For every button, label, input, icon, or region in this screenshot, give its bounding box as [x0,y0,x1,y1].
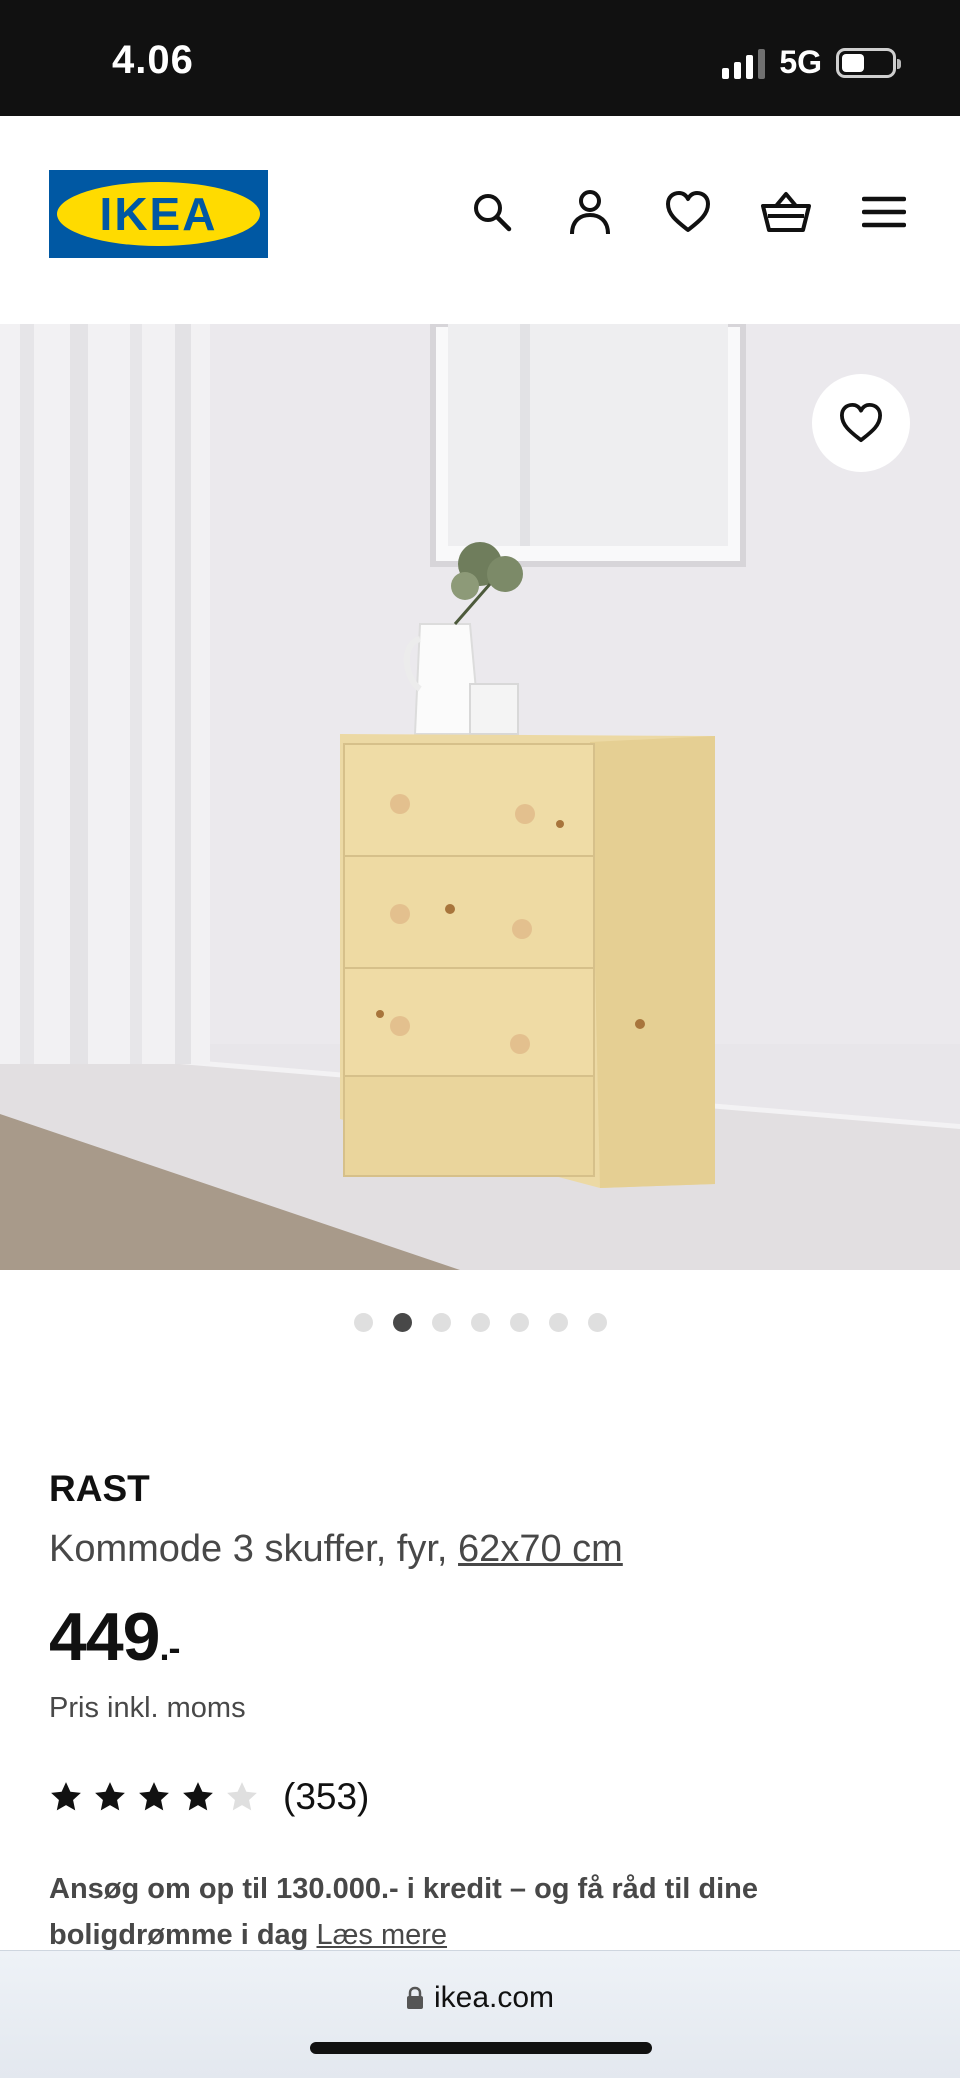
home-indicator[interactable] [310,2042,652,2054]
gallery-dot[interactable] [431,1313,451,1332]
heart-outline-icon [840,402,882,443]
star-filled-icon [95,1782,125,1811]
price-main: 449 [49,1599,160,1675]
product-price: 449.- [49,1598,180,1676]
product-description: Kommode 3 skuffer, fyr, 62x70 cm [49,1528,623,1571]
rating-stars [49,1780,269,1814]
basket-icon[interactable] [760,186,812,238]
search-icon[interactable] [466,186,518,238]
product-rating[interactable]: (353) [49,1776,369,1818]
ikea-logo[interactable]: IKEA [49,170,268,258]
product-size-link[interactable]: 62x70 cm [458,1528,623,1570]
address-bar[interactable]: ikea.com [0,1981,960,2015]
status-indicators: 5G [722,44,901,81]
menu-icon[interactable] [858,186,910,238]
battery-icon [836,47,901,78]
star-filled-icon [51,1782,81,1811]
price-suffix: .- [159,1627,180,1668]
gallery-dot[interactable] [470,1313,490,1332]
browser-bar: ikea.com [0,1950,960,2078]
vat-note: Pris inkl. moms [49,1692,246,1724]
signal-icon [722,47,766,79]
lock-icon [406,1986,423,2009]
header-nav [466,186,910,238]
network-type: 5G [779,44,822,80]
account-icon[interactable] [564,186,616,238]
gallery-dot[interactable] [587,1313,607,1332]
gallery-dot[interactable] [548,1313,568,1332]
review-count: (353) [283,1776,370,1817]
read-more-link[interactable]: Læs mere [316,1919,447,1951]
product-image[interactable] [0,324,960,1270]
credit-banner: Ansøg om op til 130.000.- i kredit – og … [49,1866,909,1958]
site-header: IKEA [0,116,960,324]
star-empty-icon [227,1782,257,1811]
url-text: ikea.com [433,1981,555,2014]
star-filled-icon [139,1782,169,1811]
gallery-dot[interactable] [353,1313,373,1332]
logo-text: IKEA [99,188,218,240]
favorite-button[interactable] [812,374,910,472]
product-photo [0,324,960,1270]
product-brand: RAST [49,1468,150,1509]
star-filled-icon [183,1782,213,1811]
status-time: 4.06 [112,38,194,82]
battery-level [842,53,864,72]
gallery-dot[interactable] [392,1313,412,1332]
gallery-dots [0,1313,960,1332]
heart-icon[interactable] [662,186,714,238]
product-description-text: Kommode 3 skuffer, fyr, [49,1528,459,1570]
status-bar: 4.06 5G [0,0,960,116]
gallery-dot[interactable] [509,1313,529,1332]
